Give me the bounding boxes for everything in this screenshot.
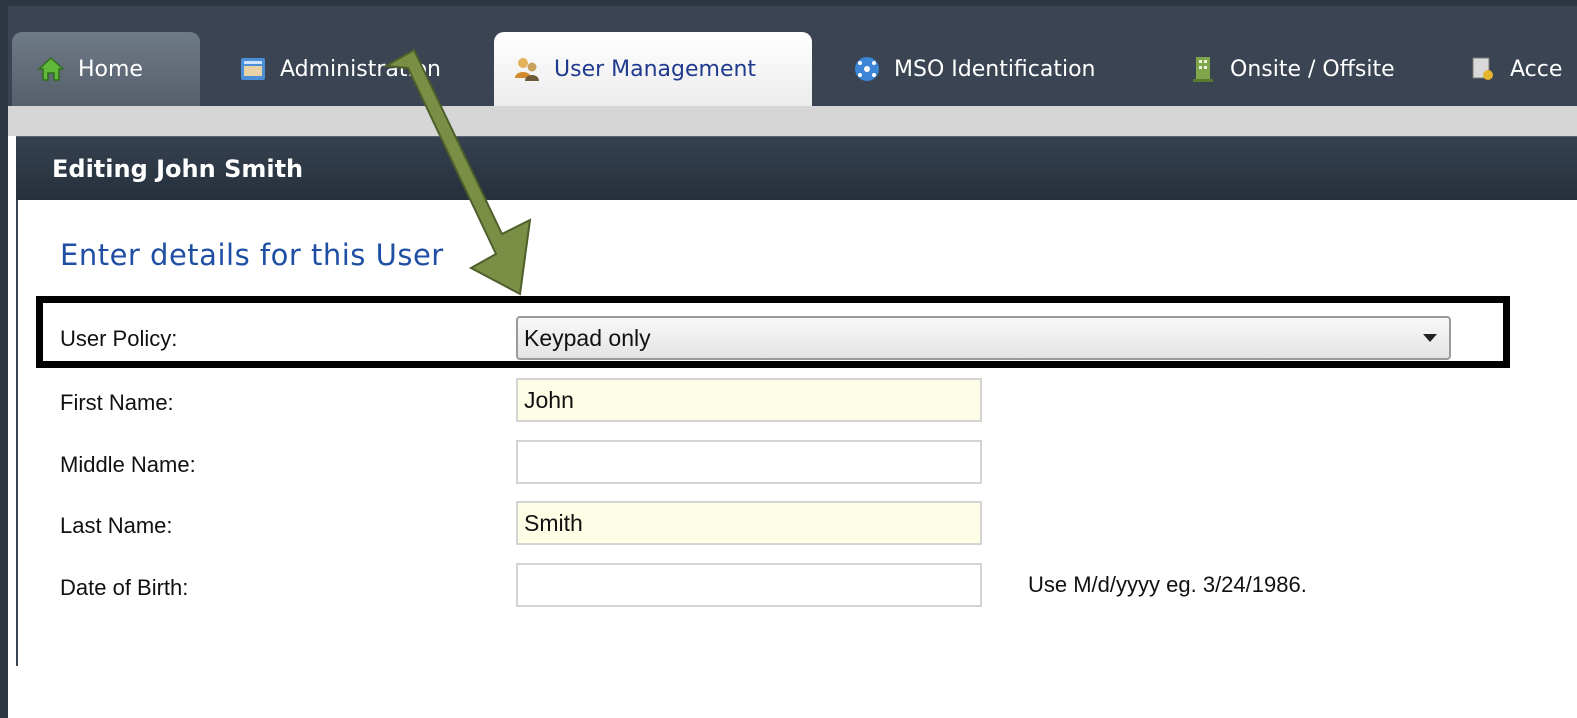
tab-label: Home — [78, 56, 143, 82]
first-name-field[interactable]: John — [516, 378, 982, 422]
last-name-label: Last Name: — [60, 513, 173, 538]
tab-label: User Management — [554, 56, 757, 82]
tab-user-management[interactable]: User Management — [494, 32, 812, 106]
middle-name-field[interactable] — [516, 440, 982, 484]
first-name-value: John — [524, 386, 574, 413]
first-name-label: First Name: — [60, 390, 174, 415]
tab-label: Onsite / Offsite — [1230, 56, 1395, 82]
screenshot-frame: Home Administration User Management MSO … — [8, 6, 1577, 718]
last-name-value: Smith — [524, 509, 583, 536]
last-name-field[interactable]: Smith — [516, 501, 982, 545]
middle-name-label: Middle Name: — [60, 452, 196, 477]
users-icon — [515, 58, 539, 81]
access-icon — [1472, 57, 1493, 80]
tab-content-strip — [8, 106, 1577, 136]
tab-mso-identification[interactable]: MSO Identification — [834, 32, 1114, 106]
tab-bar: Home Administration User Management MSO … — [8, 6, 1577, 106]
panel-header: Editing John Smith — [16, 136, 1577, 200]
tab-administration[interactable]: Administration — [220, 32, 459, 106]
section-title: Enter details for this User — [60, 238, 444, 272]
network-icon — [855, 57, 879, 81]
annotation-highlight-box — [36, 296, 1510, 368]
tab-access[interactable]: Acce — [1450, 32, 1577, 106]
tab-home[interactable]: Home — [12, 32, 200, 106]
tab-label: Acce — [1510, 56, 1563, 82]
date-of-birth-field[interactable] — [516, 563, 982, 607]
tab-label: MSO Identification — [894, 56, 1096, 82]
date-format-hint: Use M/d/yyyy eg. 3/24/1986. — [1028, 572, 1307, 597]
administration-icon — [241, 58, 265, 80]
tab-label: Administration — [280, 56, 441, 82]
home-icon — [37, 56, 65, 81]
date-of-birth-label: Date of Birth: — [60, 575, 189, 600]
building-icon — [1193, 57, 1213, 82]
tab-onsite-offsite[interactable]: Onsite / Offsite — [1170, 32, 1413, 106]
